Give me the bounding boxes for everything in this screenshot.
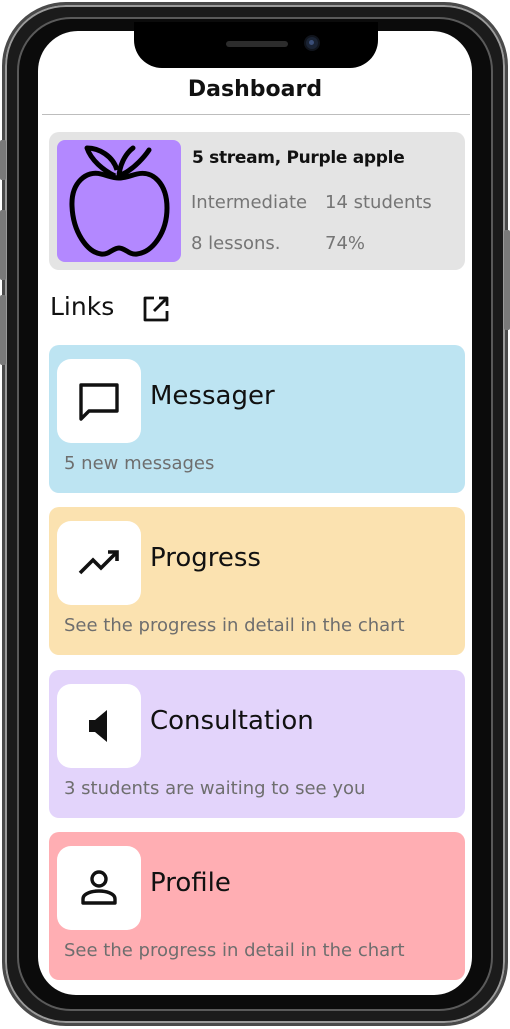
progress-title: Progress xyxy=(150,543,261,573)
side-button xyxy=(0,140,6,180)
side-button xyxy=(0,210,6,280)
page-title: Dashboard xyxy=(187,77,323,102)
course-progress: 74% xyxy=(325,233,366,254)
chat-bubble-icon xyxy=(79,383,119,421)
messager-subtitle: 5 new messages xyxy=(64,453,215,474)
screen: Dashboard 5 stream, Purple apple Interme… xyxy=(38,31,472,995)
course-level: Intermediate xyxy=(191,192,308,213)
consultation-subtitle: 3 students are waiting to see you xyxy=(64,778,366,799)
speaker-grille xyxy=(226,41,288,47)
speaker-icon xyxy=(89,710,107,742)
side-button xyxy=(504,230,510,330)
course-image xyxy=(57,140,181,262)
header-divider xyxy=(42,114,470,115)
person-icon xyxy=(81,870,117,905)
course-students: 14 students xyxy=(325,192,432,213)
course-name: 5 stream, Purple apple xyxy=(192,148,405,168)
messager-card[interactable]: Messager 5 new messages xyxy=(49,345,465,493)
trending-up-icon xyxy=(78,550,119,575)
course-card[interactable]: 5 stream, Purple apple Intermediate 14 s… xyxy=(49,132,465,270)
consultation-icon-box xyxy=(57,684,141,768)
links-heading: Links xyxy=(50,292,115,321)
messager-title: Messager xyxy=(150,381,275,411)
profile-card[interactable]: Profile See the progress in detail in th… xyxy=(49,832,465,980)
profile-title: Profile xyxy=(150,868,231,898)
profile-icon-box xyxy=(57,846,141,930)
camera-icon xyxy=(306,37,318,49)
consultation-card[interactable]: Consultation 3 students are waiting to s… xyxy=(49,670,465,818)
consultation-title: Consultation xyxy=(150,706,314,736)
course-lessons: 8 lessons. xyxy=(191,233,281,254)
profile-subtitle: See the progress in detail in the chart xyxy=(64,940,405,961)
open-in-new-icon[interactable] xyxy=(141,294,171,324)
progress-subtitle: See the progress in detail in the chart xyxy=(64,615,405,636)
apple-icon xyxy=(69,145,170,257)
messager-icon-box xyxy=(57,359,141,443)
side-button xyxy=(0,295,6,365)
progress-card[interactable]: Progress See the progress in detail in t… xyxy=(49,507,465,655)
progress-icon-box xyxy=(57,521,141,605)
